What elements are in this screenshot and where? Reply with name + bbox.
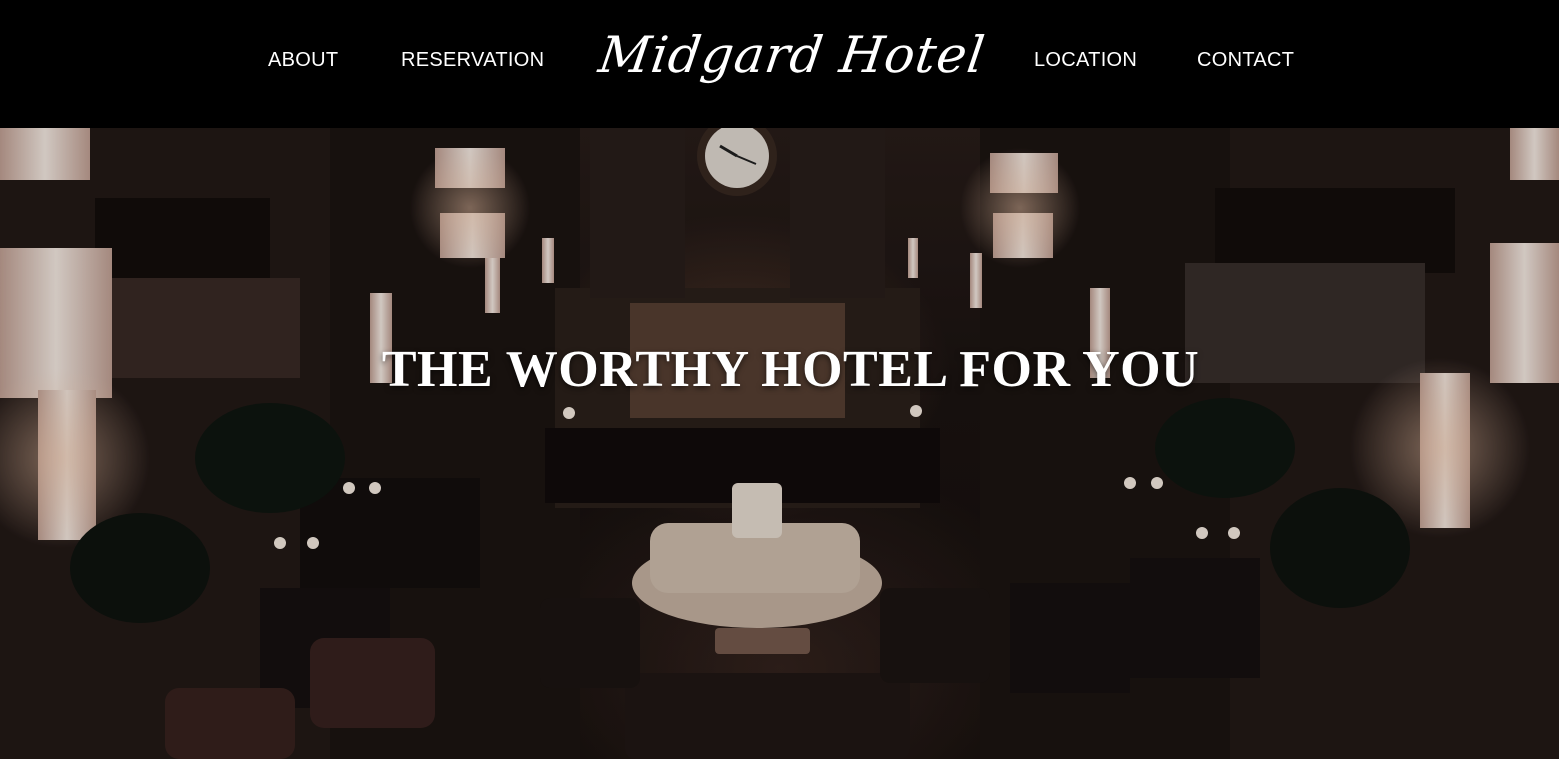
- nav-link-reservation[interactable]: RESERVATION: [401, 48, 544, 72]
- nav-link-location[interactable]: LOCATION: [1034, 48, 1137, 72]
- nav-link-about[interactable]: ABOUT: [268, 48, 338, 72]
- hero-background-image: [0, 128, 1559, 759]
- hero-title: THE WORTHY HOTEL FOR YOU: [381, 341, 1200, 398]
- site-header: ABOUT RESERVATION Midgard Hotel LOCATION…: [0, 0, 1559, 128]
- logo[interactable]: Midgard Hotel: [593, 22, 990, 88]
- nav-link-contact[interactable]: CONTACT: [1197, 48, 1294, 72]
- hero-section: THE WORTHY HOTEL FOR YOU: [0, 128, 1559, 759]
